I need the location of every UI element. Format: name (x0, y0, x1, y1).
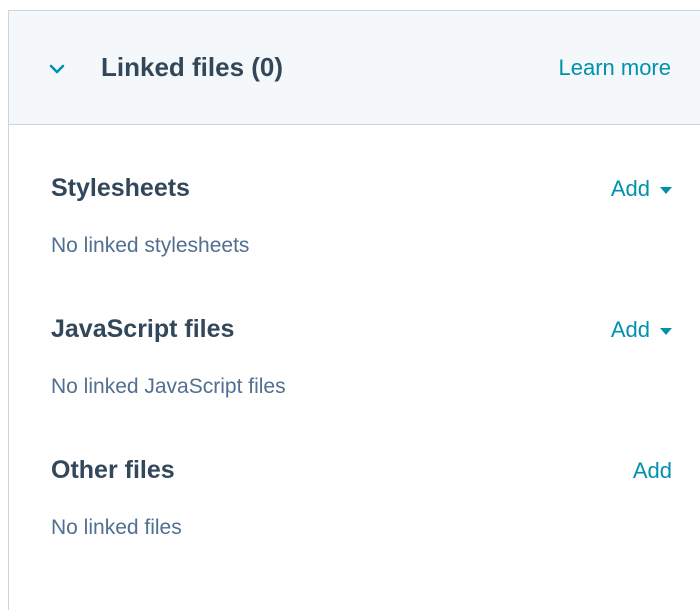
caret-down-icon (660, 327, 672, 335)
linked-files-panel: Linked files (0) Learn more Stylesheets … (8, 10, 700, 610)
add-javascript-button[interactable]: Add (611, 317, 672, 343)
panel-header[interactable]: Linked files (0) Learn more (9, 11, 700, 125)
caret-down-icon (660, 186, 672, 194)
section-title-other-files: Other files (51, 456, 175, 484)
learn-more-link[interactable]: Learn more (558, 55, 671, 81)
add-other-file-button[interactable]: Add (633, 458, 672, 484)
empty-other-files-text: No linked files (51, 516, 182, 539)
section-title-stylesheets: Stylesheets (51, 174, 190, 202)
panel-title: Linked files (0) (101, 52, 284, 82)
empty-stylesheets-text: No linked stylesheets (51, 234, 250, 257)
chevron-down-icon[interactable] (49, 61, 65, 77)
section-title-javascript: JavaScript files (51, 315, 235, 343)
add-other-file-label: Add (632, 458, 672, 483)
add-stylesheet-label: Add (610, 176, 650, 201)
empty-javascript-text: No linked JavaScript files (51, 375, 286, 398)
add-javascript-label: Add (610, 317, 650, 342)
add-stylesheet-button[interactable]: Add (611, 176, 672, 202)
